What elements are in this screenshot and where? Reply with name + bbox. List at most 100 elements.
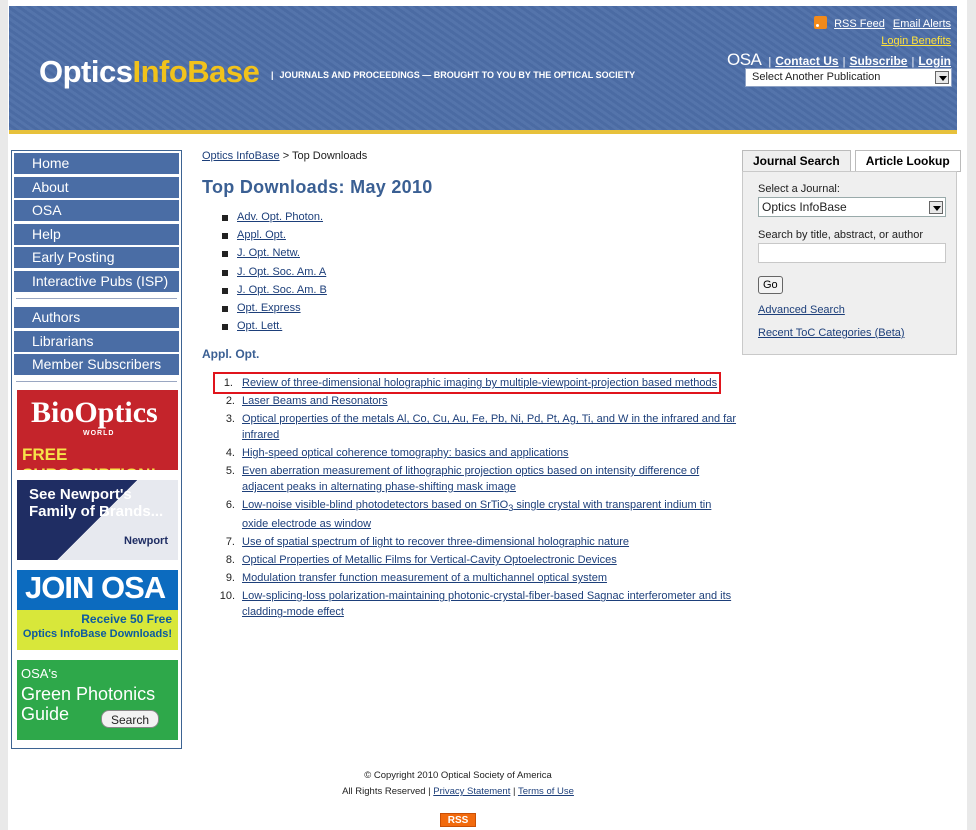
nav-divider [16,381,177,383]
journal-link-opt-express[interactable]: Opt. Express [237,302,301,314]
ad-join-osa-title: JOIN OSA [25,570,166,606]
article-list: 1. Review of three-dimensional holographi… [213,372,738,622]
journal-link-josa-a[interactable]: J. Opt. Soc. Am. A [237,266,326,278]
article-item: 7. Use of spatial spectrum of light to re… [218,534,738,550]
nav-item-librarians[interactable]: Librarians [14,330,179,352]
article-link[interactable]: Optical Properties of Metallic Films for… [242,554,617,566]
article-item: 3. Optical properties of the metals Al, C… [218,411,738,443]
nav-item-member-subscribers[interactable]: Member Subscribers [14,354,179,376]
nav-item-early-posting[interactable]: Early Posting [14,247,179,269]
ad-green-line1: OSA's [21,666,58,682]
article-item: 2. Laser Beams and Resonators [218,393,738,409]
ad-join-osa[interactable]: JOIN OSA Receive 50 Free Optics InfoBase… [17,570,178,651]
tab-journal-search[interactable]: Journal Search [742,150,851,172]
journal-list-item: Adv. Opt. Photon. [222,211,327,229]
journal-link-adv-opt-photon[interactable]: Adv. Opt. Photon. [237,211,323,223]
article-link[interactable]: Laser Beams and Resonators [242,395,388,407]
login-benefits-link[interactable]: Login Benefits [881,35,951,47]
article-link[interactable]: Modulation transfer function measurement… [242,572,607,584]
privacy-statement-link[interactable]: Privacy Statement [433,786,510,797]
nav-item-help[interactable]: Help [14,223,179,245]
contact-us-link[interactable]: Contact Us [775,54,838,68]
left-navigation: Home About OSA Help Early Posting Intera… [11,150,182,749]
header-account-links: OSA | Contact Us | Subscribe | Login [727,50,951,70]
article-item: 9. Modulation transfer function measureme… [218,570,738,586]
ad-join-osa-line2: Optics InfoBase Downloads! [22,628,172,641]
journal-select-value: Optics InfoBase [762,200,847,214]
rights-text: All Rights Reserved [342,786,426,797]
publication-select[interactable]: Select Another Publication [745,68,952,87]
footer-separator: | [428,786,431,797]
article-link[interactable]: Low-splicing-loss polarization-maintaini… [242,590,731,618]
chevron-down-icon[interactable] [929,201,943,214]
ad-biooptics-sub: WORLD [83,430,115,438]
recent-toc-link[interactable]: Recent ToC Categories (Beta) [758,327,941,339]
login-link[interactable]: Login [918,54,951,68]
footer-links: All Rights Reserved | Privacy Statement … [200,784,716,800]
rss-badge-button[interactable]: RSS [440,813,476,827]
login-benefits-wrap: Login Benefits [881,35,951,47]
ad-green-line3: Guide [21,704,70,725]
article-link[interactable]: High-speed optical coherence tomography:… [242,447,569,459]
chevron-down-icon[interactable] [935,71,949,84]
journal-link-opt-lett[interactable]: Opt. Lett. [237,320,282,332]
go-button-wrap: Go [758,276,941,294]
article-link[interactable]: Low-noise visible-blind photodetectors b… [242,499,711,530]
breadcrumb-home-link[interactable]: Optics InfoBase [202,150,280,162]
osa-logo: OSA [726,50,762,69]
link-separator: | [842,56,846,68]
ad-newport-brand: Newport [124,535,168,548]
logo-text-optics: Optics [39,54,133,89]
go-button[interactable]: Go [758,276,783,294]
tagline-text: JOURNALS AND PROCEEDINGS — BROUGHT TO YO… [279,70,636,80]
advanced-search-link[interactable]: Advanced Search [758,304,941,316]
article-item: 6. Low-noise visible-blind photodetectors… [218,497,738,532]
email-alerts-link[interactable]: Email Alerts [893,18,951,30]
site-logo[interactable]: OpticsInfoBase [39,54,260,90]
article-item: 5. Even aberration measurement of lithogr… [218,463,738,495]
journal-list-item: Opt. Express [222,302,327,320]
terms-of-use-link[interactable]: Terms of Use [518,786,574,797]
copyright-text: © Copyright 2010 Optical Society of Amer… [364,770,552,781]
logo-text-infobase: InfoBase [132,54,260,89]
link-separator: | [911,56,915,68]
article-link[interactable]: Use of spatial spectrum of light to reco… [242,536,629,548]
article-link[interactable]: Optical properties of the metals Al, Co,… [242,413,736,441]
ad-green-search-button[interactable]: Search [101,710,159,729]
tagline-separator: | [271,70,274,80]
breadcrumb-separator: > [279,150,292,162]
nav-item-osa[interactable]: OSA [14,200,179,222]
rss-feed-link[interactable]: RSS Feed [834,18,885,30]
page-footer: © Copyright 2010 Optical Society of Amer… [200,768,716,800]
journal-list-item: J. Opt. Soc. Am. A [222,266,327,284]
article-link[interactable]: Even aberration measurement of lithograp… [242,465,699,493]
nav-item-authors[interactable]: Authors [14,306,179,328]
journal-link-josa-b[interactable]: J. Opt. Soc. Am. B [237,284,327,296]
article-rank: 8. [225,554,235,567]
page-title: Top Downloads: May 2010 [202,177,433,197]
article-item: 1. Review of three-dimensional holographi… [213,372,721,394]
journal-list-item: Opt. Lett. [222,320,327,338]
article-rank: 6. [225,499,235,511]
ad-green-photonics[interactable]: OSA's Green Photonics Guide Search [17,660,178,741]
nav-item-home[interactable]: Home [14,153,179,174]
journal-link-j-opt-netw[interactable]: J. Opt. Netw. [237,247,300,259]
subscribe-link[interactable]: Subscribe [849,54,907,68]
search-input[interactable] [758,243,946,263]
article-title-part: Low-noise visible-blind photodetectors b… [242,499,509,511]
nav-divider [16,297,177,299]
nav-item-about[interactable]: About [14,176,179,198]
ad-newport[interactable]: See Newport's Family of Brands... Newpor… [17,480,178,561]
nav-item-interactive-pubs[interactable]: Interactive Pubs (ISP) [14,270,179,292]
article-rank: 1. [223,377,233,389]
rss-icon[interactable] [814,16,828,29]
section-title: Appl. Opt. [202,347,260,361]
tab-article-lookup[interactable]: Article Lookup [854,150,961,172]
article-rank: 5. [225,465,235,477]
article-link[interactable]: Review of three-dimensional holographic … [242,377,717,389]
link-separator: | [768,56,772,68]
journal-link-appl-opt[interactable]: Appl. Opt. [237,229,286,241]
journal-select[interactable]: Optics InfoBase [758,197,946,217]
article-rank: 10. [219,590,235,603]
ad-biooptics-world[interactable]: BioOptics WORLD FREE SUBSCRIPTION! [17,390,178,471]
